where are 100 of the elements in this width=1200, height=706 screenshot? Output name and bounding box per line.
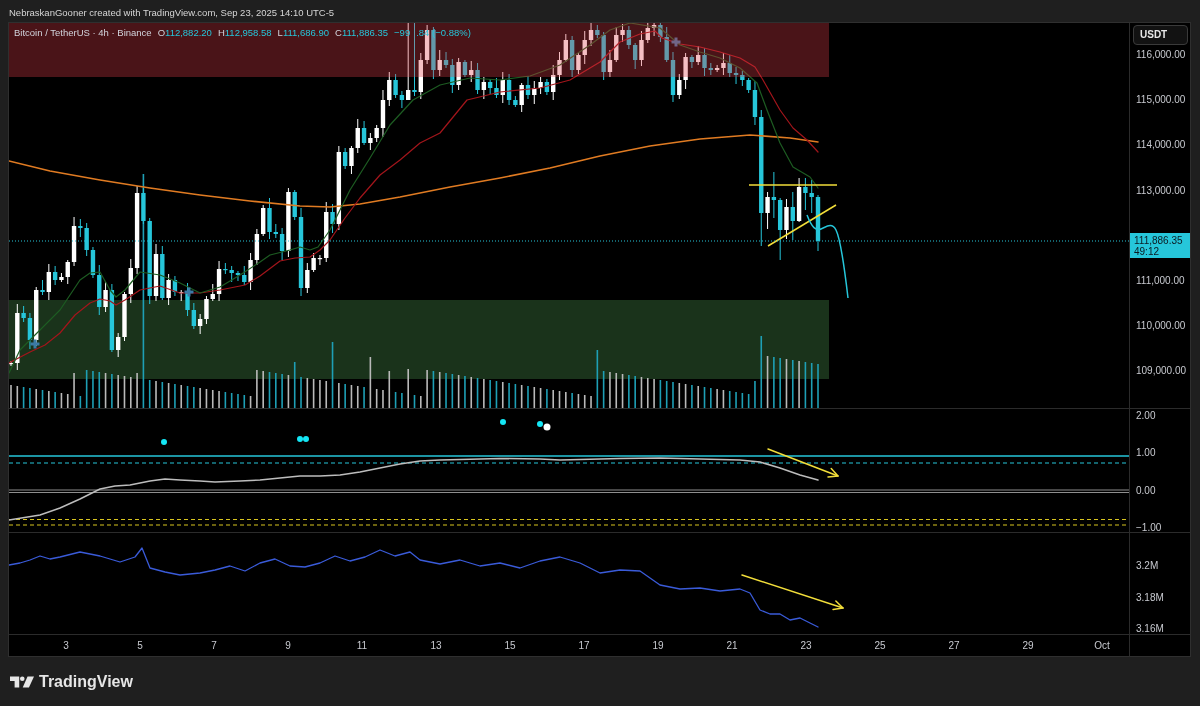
volume-bar [678,383,681,408]
bar-countdown: 49:12 [1134,246,1160,257]
time-axis-label: 17 [578,639,590,653]
volume-bar [615,373,618,408]
chart-credit-text: NebraskanGooner created with TradingView.com, Sep 23, 2025 14:10 UTC-5 [9,6,335,20]
price-axis-label: 114,000.00 [1136,138,1186,153]
logo-text: TradingView [39,672,133,692]
time-axis-label: 19 [652,639,664,653]
volume-bar [350,385,353,408]
volume-bar [306,378,309,408]
last-price-value: 111,886.35 [1134,235,1183,246]
time-axis-label: 23 [800,639,812,653]
diagonal-trend-line [767,204,837,247]
volume-bar [186,386,189,408]
plus-marker-icon [183,286,195,298]
time-axis-label: 13 [430,639,442,653]
volume-bar [148,380,151,408]
volume-bar [804,362,807,408]
volume-bar [457,375,460,408]
ohlc-reading: C111,886.35 [335,27,389,39]
volume-bar [728,391,731,408]
price-axis-label: 109,000.00 [1136,364,1187,379]
price-axis-label: 116,000.00 [1136,48,1186,62]
volume-bar [369,357,372,408]
time-axis-label: 5 [137,639,143,653]
ohlc-reading: O112,882.20 [157,27,212,39]
oscillator-axis-label: 1.00 [1136,447,1156,460]
volume-bar [760,336,763,408]
volume-bar [533,387,536,408]
volume-bar [722,390,725,408]
volume-bar [60,393,63,408]
oscillator-axis-label: 0.00 [1136,484,1156,497]
volume-bar [312,379,315,408]
time-axis-label: 11 [356,639,368,653]
price-axis-label: 111,000.00 [1136,273,1185,288]
time-axis-label: 27 [948,639,960,653]
volume-bar [432,371,435,408]
volume-bar [66,394,69,408]
trend-arrow [767,448,839,478]
time-axis-label: 25 [874,639,886,653]
volume-bar [287,375,290,408]
volume-bar [356,386,359,408]
volume-bar [325,381,328,408]
volume-bar [577,394,580,408]
volume-bar [596,350,599,408]
volume-bar [243,395,246,408]
volume-bar [766,356,769,408]
volume-bar [684,384,687,408]
volume-bar [375,389,378,408]
volume-bar [205,389,208,408]
time-axis-label: 29 [1022,639,1034,653]
volume-bar [167,383,170,408]
indicator-axis-label: 3.16M [1136,623,1164,635]
volume-bar [747,394,750,408]
volume-bar [470,377,473,408]
price-axis-label: 113,000.00 [1136,183,1186,198]
volume-bar [224,392,227,408]
indicator-axis-label: 3.2M [1136,560,1159,572]
oscillator-axis-label: −1.00 [1136,521,1162,534]
volume-bar [123,376,126,408]
volume-bar [703,387,706,408]
ohlc-reading: L111,686.90 [277,27,330,39]
volume-bar [388,371,391,408]
volume-bar [413,395,416,408]
volume-bar [22,387,25,408]
time-axis-label: Oct [1094,639,1110,653]
time-axis-label: 15 [504,639,516,653]
volume-bar [602,371,605,408]
volume-bar [104,373,107,408]
volume-bar [451,374,454,408]
volume-bar [16,386,19,408]
oscillator-axis-label: 2.00 [1136,410,1156,422]
plus-marker-icon [29,338,41,350]
volume-bar [785,359,788,408]
volume-bar [293,362,296,408]
volume-bar [520,385,523,408]
volume-bar [41,390,44,408]
price-axis-label: 110,000.00 [1136,319,1186,334]
volume-bar [85,370,88,408]
volume-bar [230,393,233,408]
time-axis-label: 21 [726,639,738,653]
volume-bar [665,381,668,408]
volume-bar [476,378,479,408]
plus-marker-icon [670,36,682,48]
time-axis-label: 3 [63,639,69,653]
volume-bar [640,377,643,408]
volume-bar [249,396,252,408]
symbol-title: Bitcoin / TetherUS · 4h · Binance [14,27,152,39]
volume-bar [268,372,271,408]
volume-bar [98,372,101,408]
volume-bar [501,382,504,408]
volume-bar [583,395,586,408]
volume-bar [810,363,813,408]
volume-bar [659,380,662,408]
volume-bar [331,342,334,408]
volume-bar [180,385,183,408]
volume-bar [495,381,498,408]
currency-button[interactable]: USDT [1133,25,1188,45]
volume-bar [161,382,164,408]
volume-bar [211,390,214,408]
